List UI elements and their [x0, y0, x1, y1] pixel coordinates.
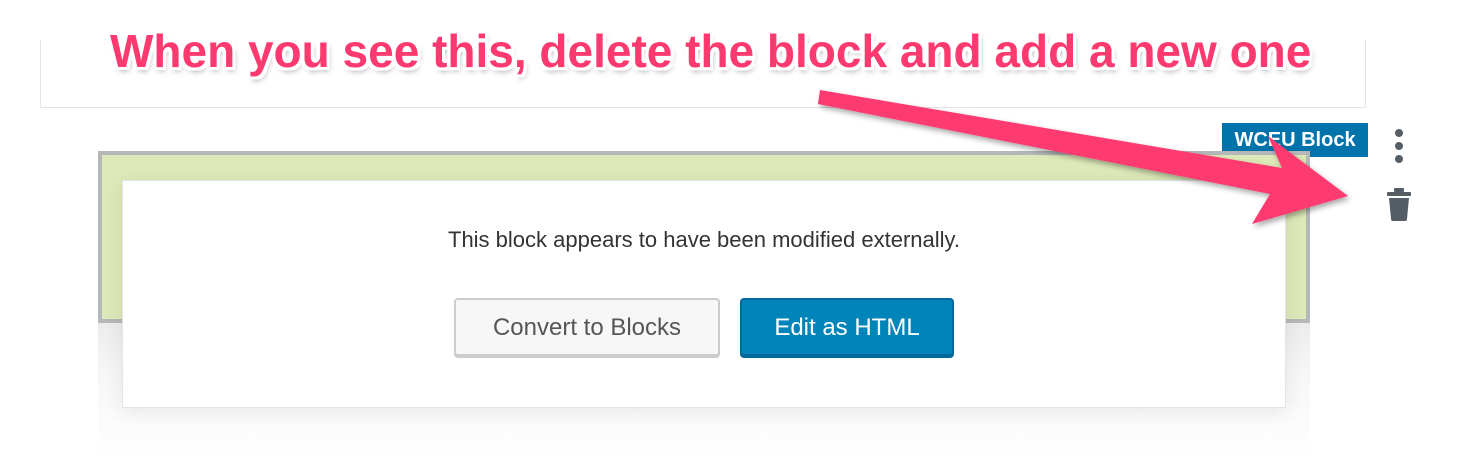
edit-as-html-button[interactable]: Edit as HTML: [740, 298, 954, 356]
block-warning-panel: This block appears to have been modified…: [122, 180, 1286, 408]
annotation-headline: When you see this, delete the block and …: [110, 25, 1312, 77]
editor-canvas: WCEU Block This block appears to have be…: [0, 0, 1472, 456]
convert-to-blocks-button[interactable]: Convert to Blocks: [454, 298, 720, 356]
more-options-icon[interactable]: [1386, 126, 1412, 166]
trash-icon[interactable]: [1384, 186, 1414, 222]
warning-message: This block appears to have been modified…: [448, 227, 960, 252]
